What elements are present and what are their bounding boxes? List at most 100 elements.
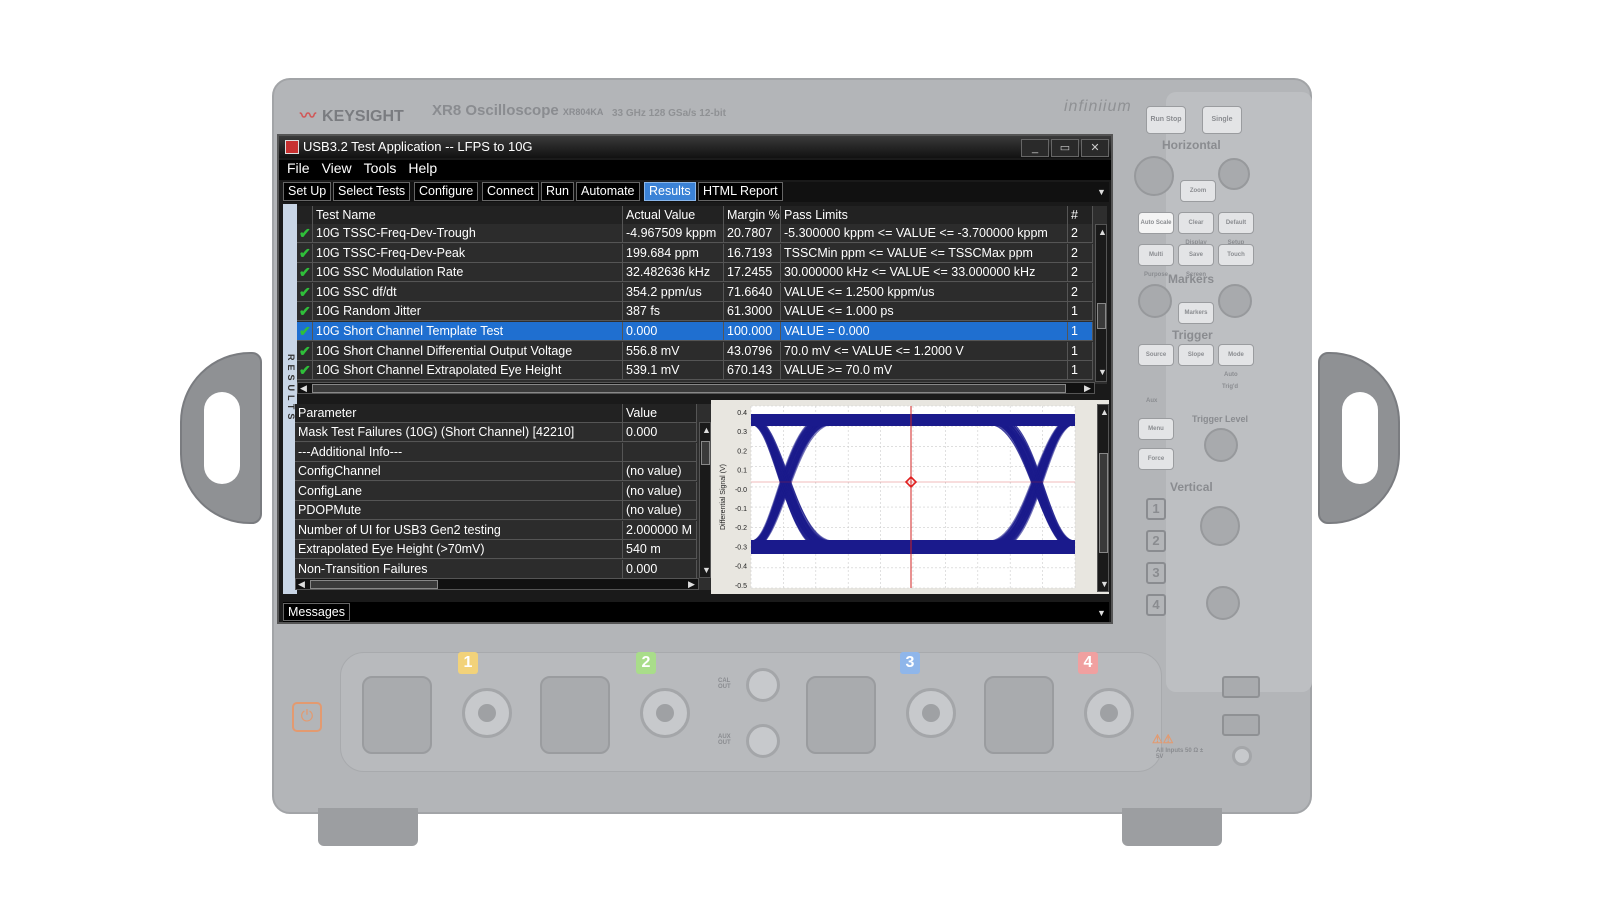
force-button[interactable]: Force	[1138, 448, 1174, 470]
pass-check-icon: ✔	[297, 361, 313, 381]
table-header[interactable]: Pass Limits	[781, 206, 1068, 224]
messages-overflow-icon[interactable]: ▼	[1097, 608, 1106, 618]
menu-button[interactable]: Menu	[1138, 418, 1174, 440]
parameter-name-cell: Number of UI for USB3 Gen2 testing	[295, 520, 623, 540]
channel-4-label: 4	[1078, 652, 1098, 674]
minimize-button[interactable]: _	[1021, 139, 1049, 157]
aux-out-label: AUX OUT	[718, 734, 731, 746]
eye-diagram-panel: 0.4 0.3 0.2 0.1 -0.0 -0.1 -0.2 -0.3 -0.4 -0.5 Diff…	[711, 400, 1109, 594]
ground-connector[interactable]	[1232, 746, 1252, 766]
auto-label: Auto	[1224, 372, 1238, 378]
table-header[interactable]: Actual Value	[623, 206, 724, 224]
y-tick-label: 0.4	[737, 410, 747, 417]
zoom-button[interactable]: Zoom	[1180, 180, 1216, 202]
trigger-level-knob[interactable]	[1204, 428, 1238, 462]
parameter-hscroll[interactable]: ◀ ▶	[295, 578, 699, 590]
usb-port-1[interactable]	[1222, 676, 1260, 698]
tab-set-up[interactable]: Set Up	[283, 182, 332, 201]
table-row[interactable]: ✔ 10G Random Jitter 387 fs 61.3000 VALUE <= …	[297, 302, 1093, 322]
channel-2-label: 2	[636, 652, 656, 674]
tab-select-tests[interactable]: Select Tests	[333, 182, 411, 201]
table-cell: 30.000000 kHz <= VALUE <= 33.000000 kHz	[781, 263, 1068, 283]
tab-automate[interactable]: Automate	[576, 182, 640, 201]
specs-label: 33 GHz 128 GSa/s 12-bit	[612, 108, 726, 119]
horizontal-position-knob[interactable]	[1218, 158, 1250, 190]
table-header[interactable]: # Tri	[1068, 206, 1093, 240]
default-setup-button[interactable]: Default Setup	[1218, 212, 1254, 246]
multi-purpose-button[interactable]: Multi Purpose	[1138, 244, 1174, 278]
parameter-name-cell: ConfigLane	[295, 481, 623, 501]
table-row[interactable]: ✔ 10G TSSC-Freq-Dev-Trough -4.967509 kppm 2…	[297, 224, 1093, 243]
probe-port-2	[540, 676, 610, 754]
table-header[interactable]: Margin %	[724, 206, 781, 224]
vertical-scale-knob[interactable]	[1200, 506, 1240, 546]
results-vscroll[interactable]: ▲ ▼	[1095, 224, 1107, 382]
markers-button[interactable]: Markers	[1178, 302, 1214, 324]
plot-vscroll[interactable]: ▲ ▼	[1097, 404, 1109, 592]
table-header[interactable]: Test Name	[313, 206, 623, 224]
parameter-value-cell: (no value)	[623, 501, 697, 520]
cal-out-connector[interactable]	[746, 668, 780, 702]
messages-tab[interactable]: Messages	[283, 603, 350, 621]
right-handle	[1318, 352, 1400, 524]
table-cell: 10G SSC Modulation Rate	[313, 263, 623, 283]
parameter-value-cell: 0.000	[623, 423, 697, 442]
bnc-input-3[interactable]	[906, 688, 956, 738]
table-row[interactable]: ✔ 10G Short Channel Extrapolated Eye Heig…	[297, 361, 1093, 381]
y-axis-label: Differential Signal (V)	[720, 464, 727, 530]
table-header-status	[297, 206, 313, 224]
table-cell: 43.0796	[724, 341, 781, 361]
aux-out-connector[interactable]	[746, 724, 780, 758]
parameter-name-cell: Extrapolated Eye Height (>70mV)	[295, 540, 623, 559]
vertical-offset-knob[interactable]	[1206, 586, 1240, 620]
tab-overflow-icon[interactable]: ▼	[1097, 187, 1106, 197]
menu-file[interactable]: File	[287, 160, 310, 176]
maximize-button[interactable]: ▭	[1051, 139, 1079, 157]
table-row[interactable]: ✔ 10G SSC Modulation Rate 32.482636 kHz 17.…	[297, 263, 1093, 283]
channel-3-button[interactable]: 3	[1146, 562, 1166, 584]
channel-1-button[interactable]: 1	[1146, 498, 1166, 520]
marker-b-knob[interactable]	[1218, 284, 1252, 318]
table-row[interactable]: ✔ 10G SSC df/dt 354.2 ppm/us 71.6640 VALUE <…	[297, 282, 1093, 302]
probe-port-3	[806, 676, 876, 754]
y-tick-label: -0.0	[735, 487, 747, 494]
bnc-input-1[interactable]	[462, 688, 512, 738]
tab-results[interactable]: Results	[644, 182, 696, 201]
channel-4-button[interactable]: 4	[1146, 594, 1166, 616]
menu-view[interactable]: View	[322, 160, 352, 176]
run-stop-button[interactable]: Run Stop	[1146, 106, 1186, 134]
bnc-input-4[interactable]	[1084, 688, 1134, 738]
clear-display-button[interactable]: Clear Display	[1178, 212, 1214, 246]
touch-button[interactable]: Touch	[1218, 244, 1254, 266]
power-icon[interactable]: ⏻	[292, 702, 322, 732]
save-screen-button[interactable]: Save Screen	[1178, 244, 1214, 278]
tab-html-report[interactable]: HTML Report	[698, 182, 783, 201]
single-button[interactable]: Single	[1202, 106, 1242, 134]
results-hscroll[interactable]: ◀ ▶	[297, 382, 1095, 394]
menu-tools[interactable]: Tools	[364, 160, 397, 176]
tab-configure[interactable]: Configure	[414, 182, 479, 201]
tab-run[interactable]: Run	[541, 182, 574, 201]
slope-button[interactable]: Slope	[1178, 344, 1214, 366]
parameter-vscroll[interactable]: ▲ ▼	[699, 422, 711, 578]
mode-button[interactable]: Mode	[1218, 344, 1254, 366]
parameter-value-cell	[623, 442, 697, 462]
table-header[interactable]: Parameter	[295, 404, 623, 423]
tab-connect[interactable]: Connect	[482, 182, 539, 201]
channel-2-button[interactable]: 2	[1146, 530, 1166, 552]
horizontal-scale-knob[interactable]	[1134, 156, 1174, 196]
right-foot	[1122, 808, 1222, 846]
table-row[interactable]: ✔ 10G Short Channel Differential Output V…	[297, 341, 1093, 361]
menu-help[interactable]: Help	[408, 160, 437, 176]
trigd-label: Trig'd	[1222, 384, 1239, 390]
table-row[interactable]: ✔ 10G TSSC-Freq-Dev-Peak 199.684 ppm 16.719…	[297, 243, 1093, 263]
table-header[interactable]: Value	[623, 404, 697, 423]
source-button[interactable]: Source	[1138, 344, 1174, 366]
menu-bar: File View Tools Help	[279, 160, 1111, 180]
marker-a-knob[interactable]	[1138, 284, 1172, 318]
auto-scale-button[interactable]: Auto Scale	[1138, 212, 1174, 234]
close-button[interactable]: ✕	[1081, 139, 1109, 157]
usb-port-2[interactable]	[1222, 714, 1260, 736]
table-row[interactable]: ✔ 10G Short Channel Template Test 0.000 100…	[297, 322, 1093, 341]
bnc-input-2[interactable]	[640, 688, 690, 738]
